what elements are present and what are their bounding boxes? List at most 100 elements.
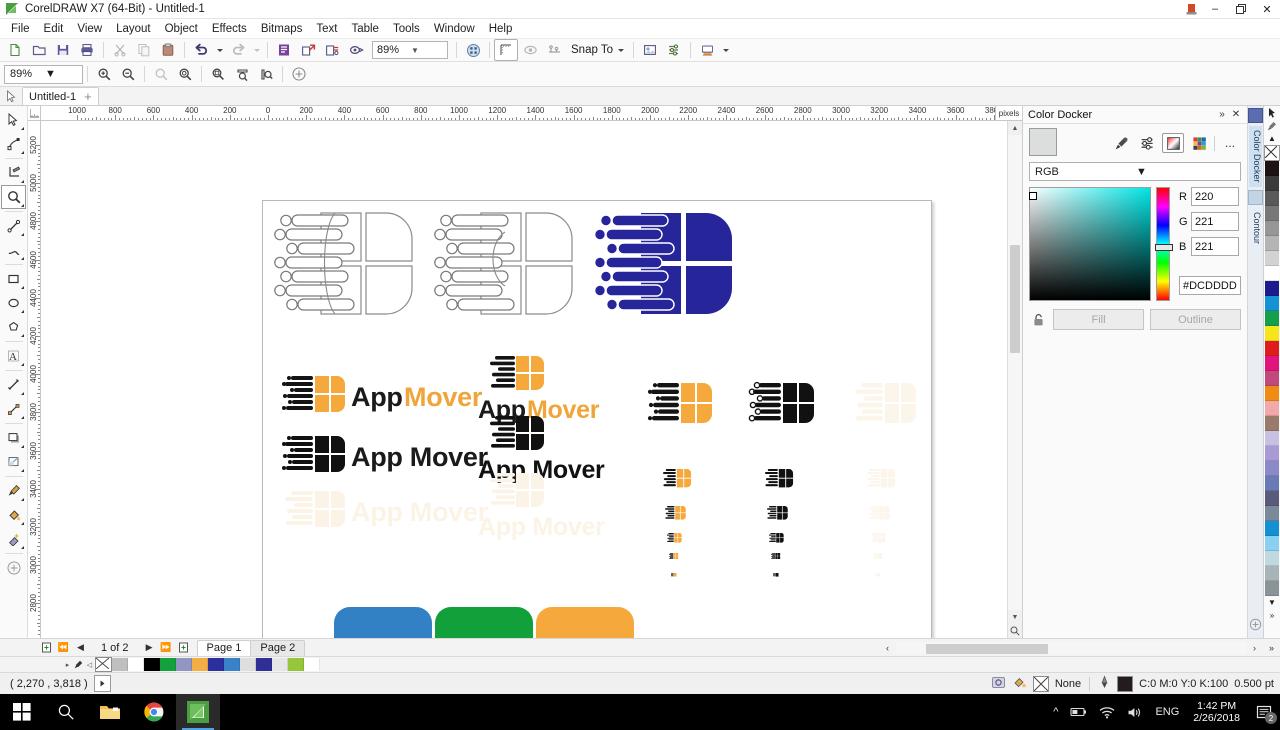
- docker-tab-contour[interactable]: Contour: [1249, 208, 1262, 248]
- hex-color-input[interactable]: [1179, 276, 1241, 295]
- show-hidden-icons[interactable]: ^: [1047, 706, 1064, 718]
- menu-view[interactable]: View: [70, 21, 109, 37]
- show-rulers-icon[interactable]: [494, 39, 518, 61]
- send-to-icon[interactable]: [344, 39, 368, 61]
- zoom-to-page-width-icon[interactable]: [230, 63, 254, 85]
- palette-swatch[interactable]: [1265, 296, 1279, 311]
- interactive-fill-tool[interactable]: [1, 503, 26, 527]
- palette-swatch[interactable]: [1265, 191, 1279, 206]
- welcome-screen-icon[interactable]: [695, 39, 719, 61]
- palette-eyedropper-icon[interactable]: [73, 658, 84, 671]
- color-picker-cursor[interactable]: [1029, 192, 1037, 200]
- menu-tools[interactable]: Tools: [386, 21, 427, 37]
- palette-swatch[interactable]: [1265, 566, 1279, 581]
- docker-close-icon[interactable]: ✕: [1229, 107, 1243, 122]
- undo-icon[interactable]: [189, 39, 213, 61]
- lock-icon[interactable]: [1029, 311, 1047, 329]
- page-canvas[interactable]: App Mover: [262, 200, 932, 638]
- outline-color-swatch[interactable]: [1117, 676, 1133, 692]
- palette-swatch[interactable]: [1265, 401, 1279, 416]
- document-tab-untitled-1[interactable]: Untitled-1 +: [22, 87, 99, 105]
- shape-tool[interactable]: [1, 132, 26, 156]
- menu-window[interactable]: Window: [427, 21, 482, 37]
- horizontal-scroll-track[interactable]: [896, 642, 1246, 654]
- paste-icon[interactable]: [156, 39, 180, 61]
- menu-object[interactable]: Object: [158, 21, 205, 37]
- channel-g-input[interactable]: [1191, 212, 1239, 231]
- previous-page-icon[interactable]: ◀: [72, 640, 89, 655]
- palette-swatch[interactable]: [1265, 476, 1279, 491]
- ruler-units-label[interactable]: pixels: [995, 106, 1022, 120]
- palette-swatch[interactable]: [1265, 341, 1279, 356]
- smart-fill-tool[interactable]: [1, 527, 26, 551]
- fill-color-icon[interactable]: [1012, 675, 1027, 693]
- palette-swatch[interactable]: [1265, 431, 1279, 446]
- zoom-in-icon[interactable]: [92, 63, 116, 85]
- chrome-browser-icon[interactable]: [132, 694, 176, 730]
- outline-pen-icon[interactable]: [1098, 675, 1111, 693]
- undo-dropdown-icon[interactable]: [213, 39, 226, 61]
- rectangle-tool[interactable]: [1, 267, 26, 291]
- palette-swatch[interactable]: [256, 658, 272, 671]
- palette-swatch[interactable]: [176, 658, 192, 671]
- drop-shadow-tool[interactable]: [1, 426, 26, 450]
- palette-expand-icon[interactable]: »: [1265, 609, 1279, 622]
- saturation-value-picker[interactable]: [1029, 187, 1151, 301]
- minimize-button[interactable]: –: [1202, 0, 1228, 18]
- zoom-to-page-icon[interactable]: [206, 63, 230, 85]
- contour-tab-icon[interactable]: [1248, 190, 1263, 205]
- print-icon[interactable]: [75, 39, 99, 61]
- redo-icon[interactable]: [226, 39, 250, 61]
- palette-pointer-icon[interactable]: [1265, 106, 1279, 119]
- palette-swatch[interactable]: [1265, 461, 1279, 476]
- user-account-icon[interactable]: [1180, 0, 1202, 18]
- text-tool[interactable]: A: [1, 344, 26, 368]
- first-page-icon[interactable]: ⏪: [55, 640, 72, 655]
- palette-swatch[interactable]: [1265, 551, 1279, 566]
- scroll-down-button[interactable]: ▼: [1008, 610, 1022, 624]
- snap-to-dropdown[interactable]: Snap To: [566, 41, 629, 59]
- vertical-scroll-thumb[interactable]: [1010, 245, 1020, 353]
- zoom-to-all-objects-icon[interactable]: [173, 63, 197, 85]
- menu-effects[interactable]: Effects: [205, 21, 254, 37]
- publish-pdf-icon[interactable]: [320, 39, 344, 61]
- zoom-to-selection-icon[interactable]: [149, 63, 173, 85]
- artistic-media-tool[interactable]: [1, 238, 26, 262]
- palette-swatch[interactable]: [1265, 416, 1279, 431]
- palette-swatch[interactable]: [1265, 326, 1279, 341]
- palette-swatch[interactable]: [272, 658, 288, 671]
- toolbar-zoom-combo[interactable]: 89% ▼: [372, 41, 448, 59]
- action-center-icon[interactable]: 2: [1248, 694, 1280, 730]
- menu-layout[interactable]: Layout: [109, 21, 158, 37]
- outline-button[interactable]: Outline: [1150, 309, 1241, 330]
- hscroll-right-icon[interactable]: ›: [1246, 640, 1263, 655]
- last-page-icon[interactable]: ⏩: [158, 640, 175, 655]
- fill-none-swatch[interactable]: [1033, 676, 1049, 692]
- palette-swatch[interactable]: [1265, 161, 1279, 176]
- zoom-tool[interactable]: [1, 185, 26, 209]
- zoom-out-icon[interactable]: [116, 63, 140, 85]
- straight-line-connector-tool[interactable]: [1, 397, 26, 421]
- palette-swatch[interactable]: [1265, 386, 1279, 401]
- restore-button[interactable]: [1228, 0, 1254, 18]
- options-icon[interactable]: [638, 39, 662, 61]
- copy-icon[interactable]: [132, 39, 156, 61]
- palette-swatch[interactable]: [1265, 536, 1279, 551]
- import-icon[interactable]: [272, 39, 296, 61]
- menu-table[interactable]: Table: [344, 21, 386, 37]
- docker-tab-color-docker[interactable]: Color Docker: [1249, 126, 1262, 187]
- palette-swatch[interactable]: [112, 658, 128, 671]
- ruler-origin-icon[interactable]: [28, 106, 41, 120]
- horizontal-scroll-thumb[interactable]: [926, 644, 1048, 654]
- palette-swatch[interactable]: [208, 658, 224, 671]
- palette-scroll-left-icon[interactable]: ◁: [84, 658, 95, 671]
- menu-bitmaps[interactable]: Bitmaps: [254, 21, 310, 37]
- property-zoom-combo[interactable]: 89% ▼: [4, 65, 83, 84]
- docker-add-icon[interactable]: [1249, 618, 1262, 634]
- save-document-icon[interactable]: [51, 39, 75, 61]
- page-tab-1[interactable]: Page 1: [197, 640, 252, 656]
- windows-start-icon[interactable]: [0, 694, 44, 730]
- file-explorer-icon[interactable]: [88, 694, 132, 730]
- palette-swatch[interactable]: [1265, 371, 1279, 386]
- color-palettes-icon[interactable]: [1188, 133, 1210, 153]
